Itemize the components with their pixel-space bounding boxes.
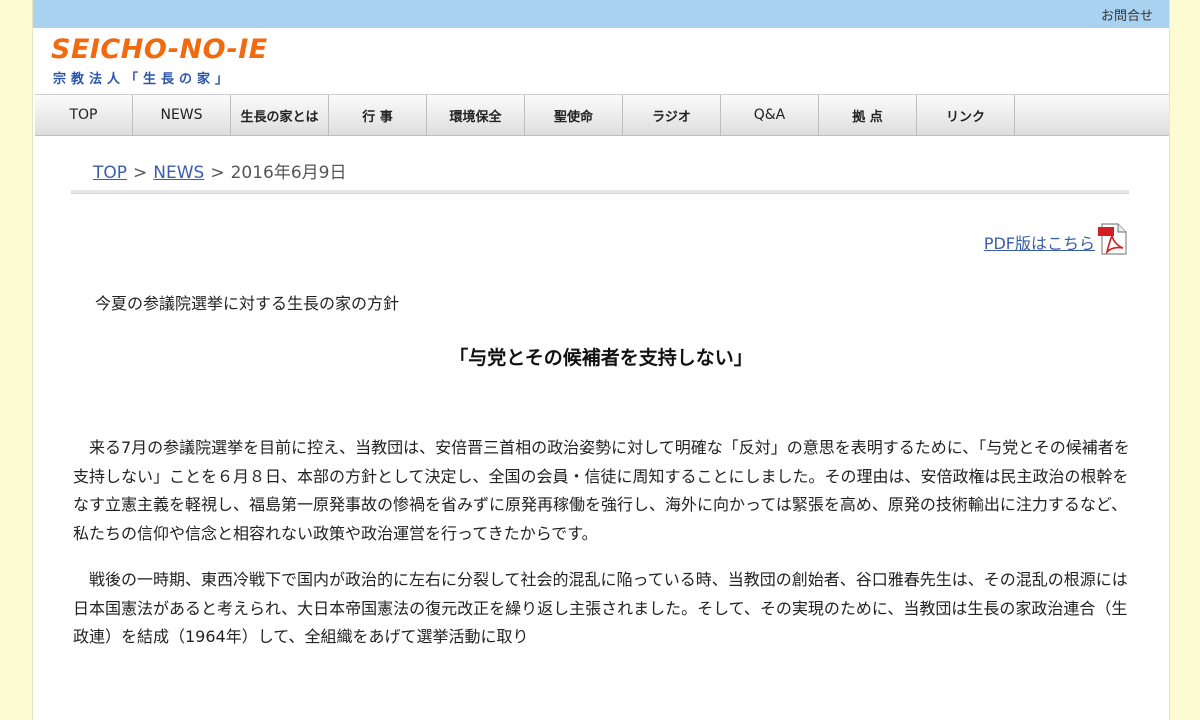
breadcrumb-separator: > <box>210 163 225 183</box>
nav-locations[interactable]: 拠 点 <box>819 95 917 135</box>
top-bar: お問合せ <box>33 0 1169 28</box>
nav-filler <box>1015 95 1169 135</box>
nav-mission[interactable]: 聖使命 <box>525 95 623 135</box>
nav-environment[interactable]: 環境保全 <box>427 95 525 135</box>
divider <box>71 190 1129 194</box>
nav-news[interactable]: NEWS <box>133 95 231 135</box>
logo-title: SEICHO-NO-IE <box>51 34 268 65</box>
article-body: 来る7月の参議院選挙を目前に控え、当教団は、安倍晋三首相の政治姿勢に対して明確な… <box>73 434 1133 670</box>
main-nav: TOP NEWS 生長の家とは 行 事 環境保全 聖使命 ラジオ Q&A 拠 点… <box>35 94 1169 136</box>
breadcrumb-current: 2016年6月9日 <box>230 163 347 183</box>
nav-events[interactable]: 行 事 <box>329 95 427 135</box>
nav-radio[interactable]: ラジオ <box>623 95 721 135</box>
pdf-icon[interactable] <box>1097 222 1129 256</box>
nav-links[interactable]: リンク <box>917 95 1015 135</box>
breadcrumb: TOP > NEWS >2016年6月9日 <box>93 158 347 183</box>
nav-qa[interactable]: Q&A <box>721 95 819 135</box>
page-container: お問合せ SEICHO-NO-IE 宗教法人「生長の家」 TOP NEWS 生長… <box>32 0 1170 720</box>
nav-about[interactable]: 生長の家とは <box>231 95 329 135</box>
pdf-link-container: PDF版はこちら <box>984 222 1129 256</box>
article-paragraph: 戦後の一時期、東西冷戦下で国内が政治的に左右に分裂して社会的混乱に陥っている時、… <box>73 570 1128 646</box>
article-subtitle: 今夏の参議院選挙に対する生長の家の方針 <box>95 294 400 313</box>
article-headline: 「与党とその候補者を支持しない」 <box>449 347 753 369</box>
site-logo[interactable]: SEICHO-NO-IE 宗教法人「生長の家」 <box>33 28 1169 94</box>
breadcrumb-separator: > <box>133 163 148 183</box>
article-paragraph: 来る7月の参議院選挙を目前に控え、当教団は、安倍晋三首相の政治姿勢に対して明確な… <box>73 438 1130 543</box>
breadcrumb-top-link[interactable]: TOP <box>93 163 127 183</box>
contact-link[interactable]: お問合せ <box>1101 5 1153 24</box>
logo-subtitle: 宗教法人「生長の家」 <box>53 72 234 87</box>
breadcrumb-news-link[interactable]: NEWS <box>153 163 204 183</box>
pdf-link[interactable]: PDF版はこちら <box>984 230 1095 254</box>
nav-top[interactable]: TOP <box>35 95 133 135</box>
